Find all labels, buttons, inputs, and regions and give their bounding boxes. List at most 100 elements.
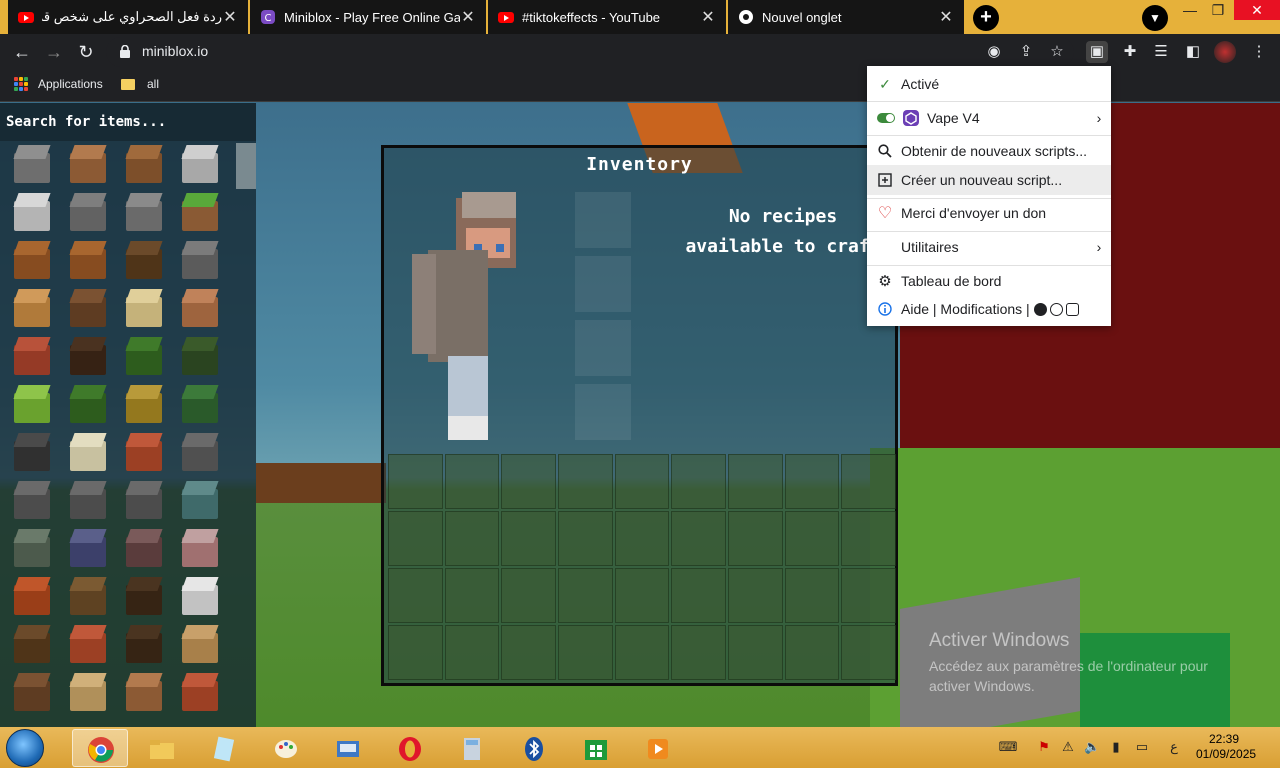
taskbar-notepad[interactable] <box>196 729 252 767</box>
close-tab-icon[interactable]: ✕ <box>222 7 238 27</box>
sidebar-scrollbar[interactable] <box>236 143 256 189</box>
taskbar-explorer[interactable] <box>134 729 190 767</box>
item-slot[interactable] <box>68 241 108 281</box>
item-slot[interactable] <box>124 481 164 521</box>
toggle-on-icon[interactable] <box>877 110 895 126</box>
restore-window-icon[interactable]: ❐ <box>1202 0 1234 34</box>
bookmark-star-icon[interactable]: ☆ <box>1046 41 1068 63</box>
inventory-slot[interactable] <box>784 568 840 623</box>
item-slot[interactable] <box>124 145 164 185</box>
avatar[interactable] <box>1214 41 1236 63</box>
item-slot[interactable] <box>124 433 164 473</box>
item-slot[interactable] <box>124 289 164 329</box>
menu-item-dashboard[interactable]: ⚙ Tableau de bord <box>867 266 1111 296</box>
bookmark-folder-all[interactable]: all <box>121 77 159 91</box>
inventory-slot[interactable] <box>614 454 670 509</box>
inventory-slot[interactable] <box>614 568 670 623</box>
menu-item-active[interactable]: ✓ Activé <box>867 69 1111 99</box>
inventory-slot[interactable] <box>784 511 840 566</box>
item-slot[interactable] <box>12 577 52 617</box>
item-slot[interactable] <box>12 241 52 281</box>
new-tab-button[interactable]: + <box>973 5 999 31</box>
github-icon[interactable] <box>1033 302 1047 316</box>
menu-item-help[interactable]: Aide | Modifications | <box>867 294 1111 324</box>
item-slot[interactable] <box>12 337 52 377</box>
inventory-slot[interactable] <box>444 454 500 509</box>
inventory-slot[interactable] <box>728 511 783 566</box>
item-slot[interactable] <box>12 433 52 473</box>
menu-item-vape-v4[interactable]: Vape V4 › <box>867 103 1111 133</box>
taskbar-calculator[interactable] <box>444 729 500 767</box>
item-slot[interactable] <box>180 337 220 377</box>
start-button[interactable] <box>6 729 44 767</box>
bookmark-applications[interactable]: Applications <box>14 77 103 91</box>
item-slot[interactable] <box>124 577 164 617</box>
keyboard-tray-icon[interactable]: ⌨ <box>994 739 1022 755</box>
security-icon[interactable]: ⚠ <box>1060 739 1076 755</box>
inventory-slot[interactable] <box>841 568 896 623</box>
media-queue-icon[interactable]: ☰ <box>1150 41 1172 63</box>
item-slot[interactable] <box>12 529 52 569</box>
inventory-slot[interactable] <box>501 625 556 680</box>
taskbar-keyboard-app[interactable] <box>320 729 376 767</box>
item-slot[interactable] <box>68 481 108 521</box>
crafting-slot[interactable] <box>575 384 631 440</box>
menu-item-get-scripts[interactable]: Obtenir de nouveaux scripts... <box>867 136 1111 166</box>
extensions-puzzle-icon[interactable]: ✚ <box>1119 41 1141 63</box>
item-slot[interactable] <box>12 145 52 185</box>
close-window-icon[interactable]: ✕ <box>1234 0 1280 20</box>
item-slot[interactable] <box>12 289 52 329</box>
item-slot[interactable] <box>180 625 220 665</box>
item-slot[interactable] <box>180 193 220 233</box>
item-slot[interactable] <box>12 193 52 233</box>
inventory-slot[interactable] <box>388 568 443 623</box>
inventory-slot[interactable] <box>558 511 613 566</box>
share-icon[interactable]: ⇪ <box>1015 41 1037 63</box>
item-slot[interactable] <box>12 673 52 713</box>
item-slot[interactable] <box>68 145 108 185</box>
item-slot[interactable] <box>68 337 108 377</box>
taskbar-chrome[interactable] <box>72 729 128 767</box>
item-slot[interactable] <box>180 145 220 185</box>
item-slot[interactable] <box>68 577 108 617</box>
inventory-slot[interactable] <box>614 511 670 566</box>
instagram-icon[interactable] <box>1065 302 1079 316</box>
inventory-slot[interactable] <box>558 568 613 623</box>
network-icon[interactable]: ▮ <box>1108 739 1124 755</box>
item-slot[interactable] <box>180 481 220 521</box>
more-menu-icon[interactable]: ⋮ <box>1248 41 1270 63</box>
item-slot[interactable] <box>180 385 220 425</box>
language-indicator[interactable]: ع <box>1166 739 1182 755</box>
volume-icon[interactable]: 🔈 <box>1084 739 1100 755</box>
inventory-slot[interactable] <box>841 511 896 566</box>
item-slot[interactable] <box>68 193 108 233</box>
tab-miniblox[interactable]: C Miniblox - Play Free Online Game ✕ <box>250 0 486 34</box>
inventory-slot[interactable] <box>671 511 726 566</box>
tab-search-chevron-icon[interactable]: ▼ <box>1142 5 1168 31</box>
item-slot[interactable] <box>180 241 220 281</box>
item-slot[interactable] <box>124 385 164 425</box>
crafting-slot[interactable] <box>575 320 631 376</box>
taskbar-store[interactable] <box>568 729 624 767</box>
inventory-slot[interactable] <box>388 511 443 566</box>
crafting-slot[interactable] <box>575 192 631 248</box>
taskbar-opera[interactable] <box>382 729 438 767</box>
back-arrow-icon[interactable]: ← <box>10 40 34 64</box>
inventory-slot[interactable] <box>558 454 613 509</box>
inventory-slot[interactable] <box>728 454 783 509</box>
menu-item-new-script[interactable]: Créer un nouveau script... <box>867 165 1111 195</box>
system-clock[interactable]: 22:39 01/09/2025 <box>1196 732 1256 762</box>
inventory-slot[interactable] <box>558 625 613 680</box>
inventory-slot[interactable] <box>841 454 896 509</box>
battery-icon[interactable]: ▭ <box>1134 739 1150 755</box>
reload-icon[interactable]: ↻ <box>74 40 98 64</box>
taskbar-paint[interactable] <box>258 729 314 767</box>
item-slot[interactable] <box>124 625 164 665</box>
item-slot[interactable] <box>124 193 164 233</box>
inventory-slot[interactable] <box>501 511 556 566</box>
item-slot[interactable] <box>12 385 52 425</box>
forward-arrow-icon[interactable]: → <box>42 40 66 64</box>
taskbar-media-player[interactable] <box>630 729 686 767</box>
cookie-blocked-icon[interactable]: ◉ <box>983 41 1005 63</box>
tampermonkey-icon[interactable]: ▣ <box>1086 41 1108 63</box>
